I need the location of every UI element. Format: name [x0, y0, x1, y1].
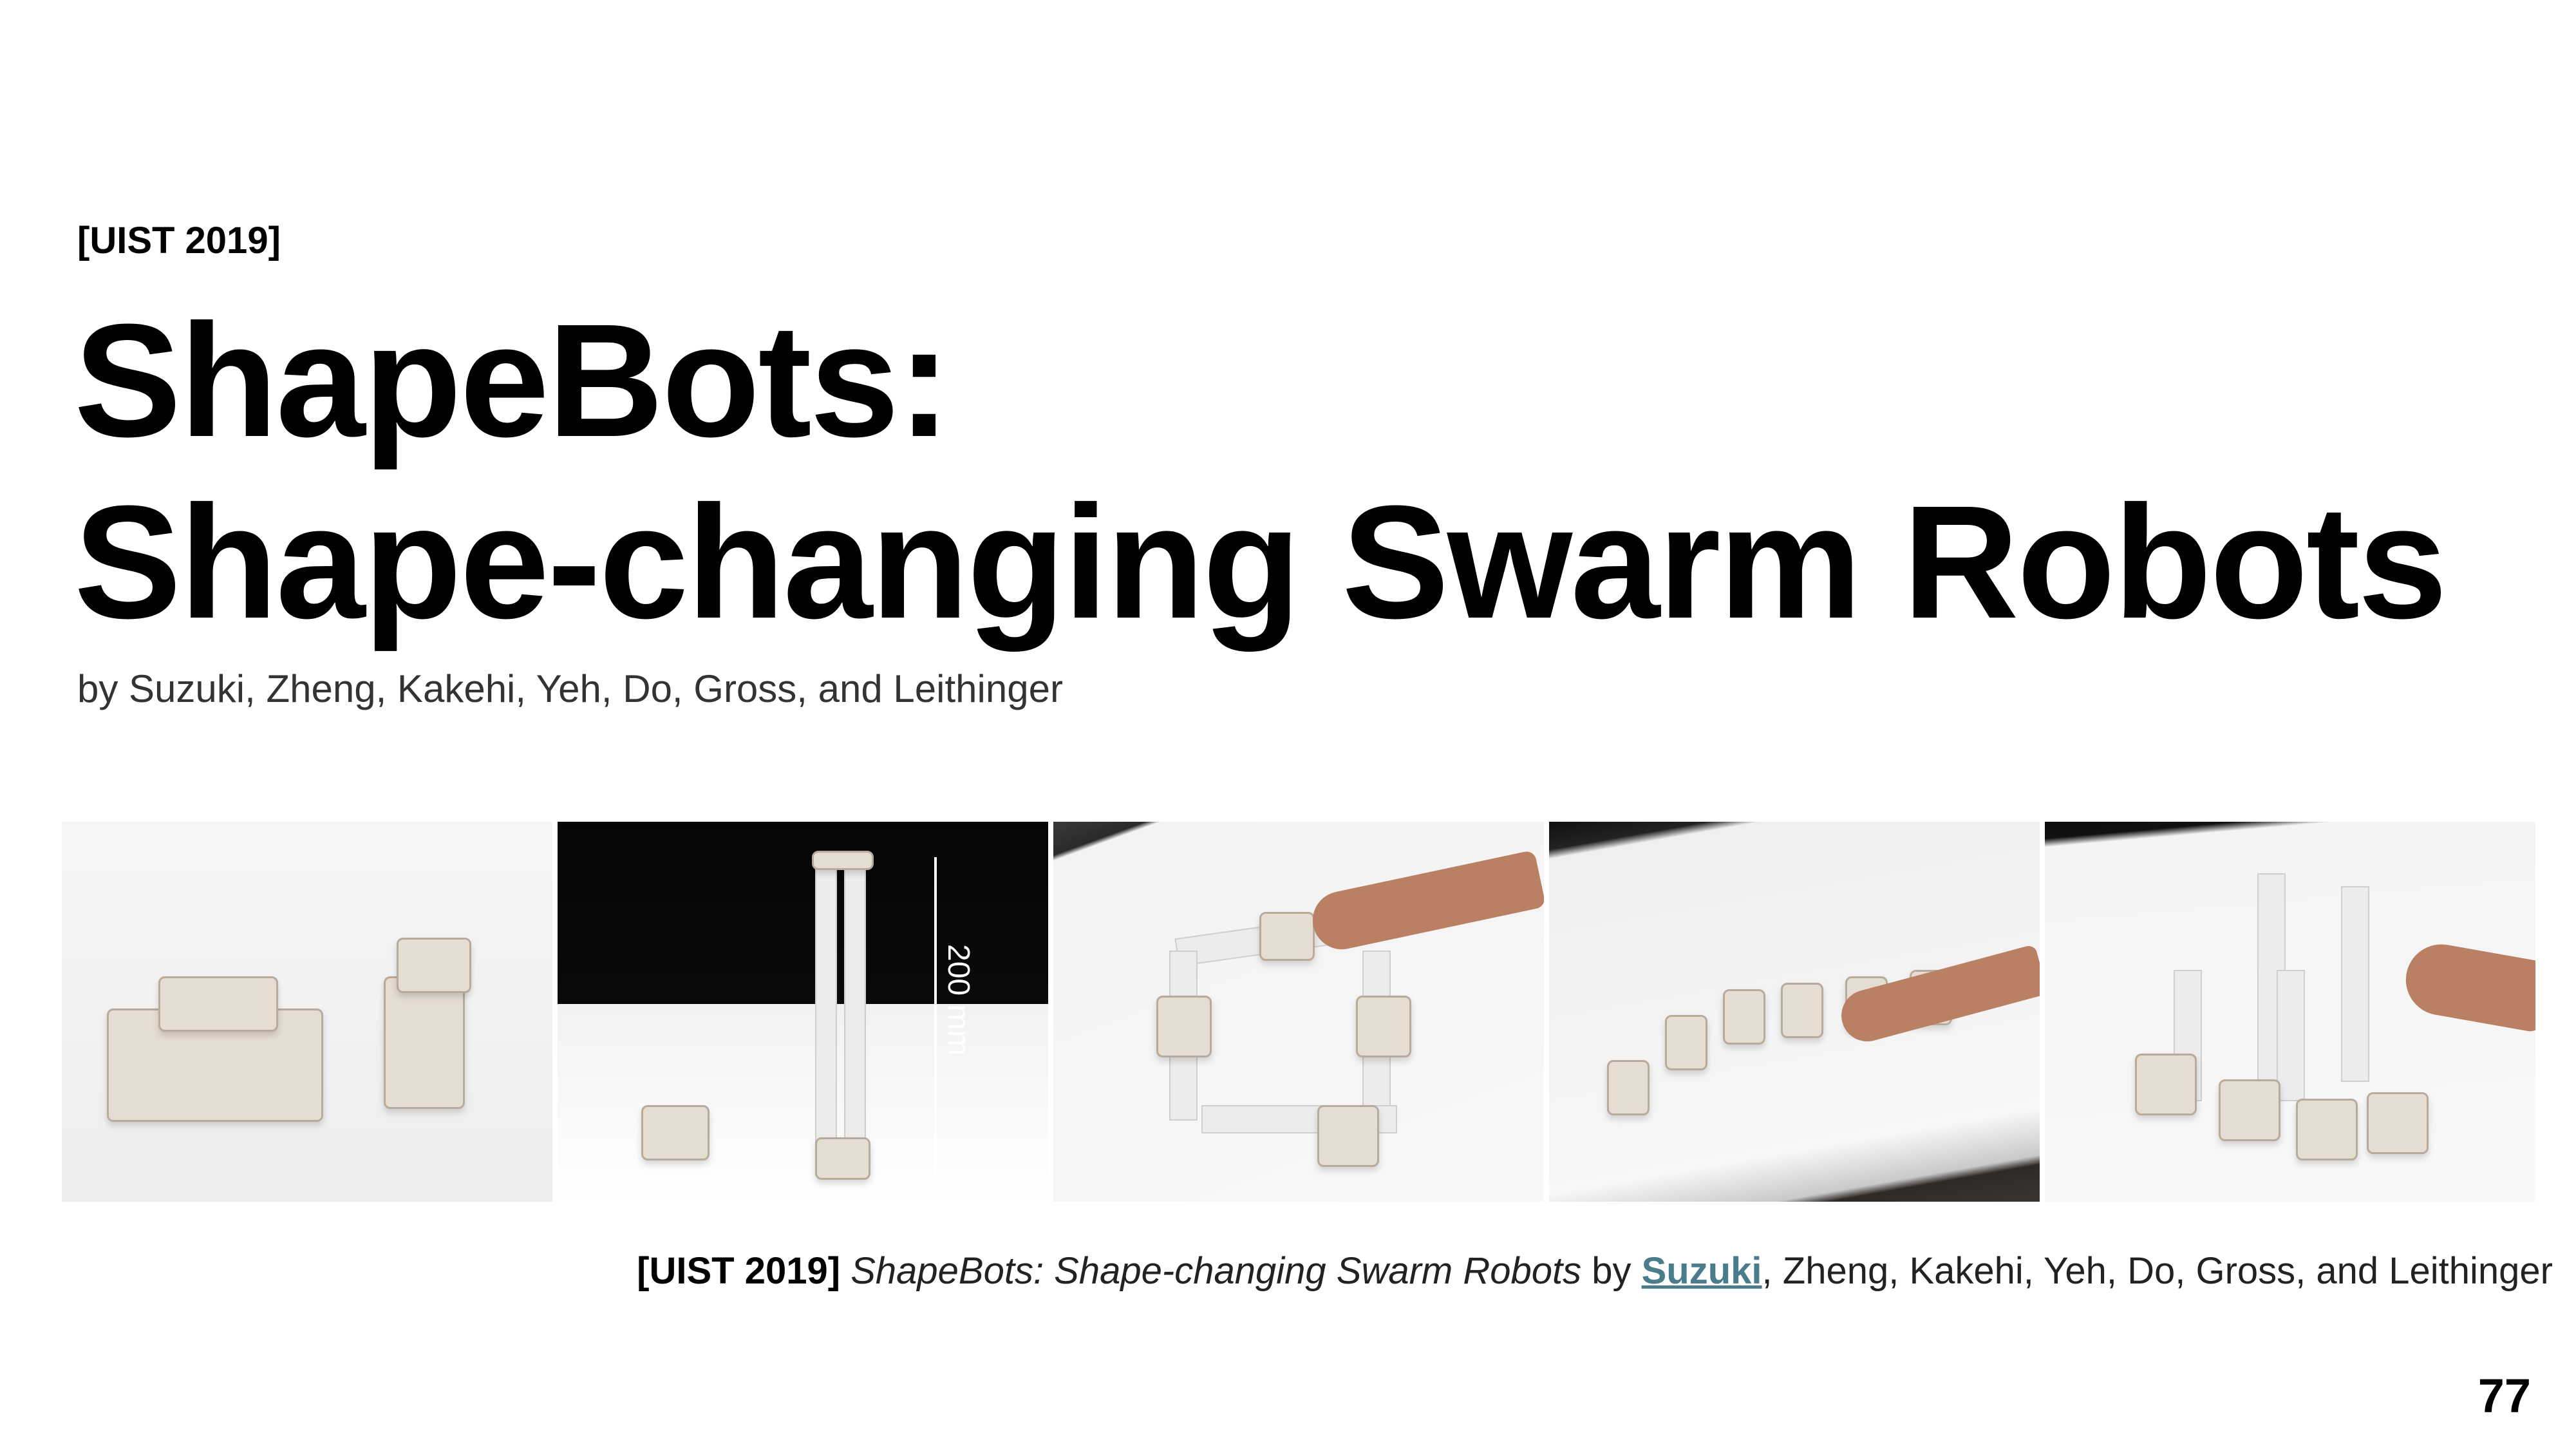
robot-shape — [1723, 989, 1765, 1045]
linear-actuator — [844, 860, 866, 1146]
robot-shape — [1317, 1105, 1379, 1167]
robot-shape — [2219, 1079, 2280, 1141]
photo-square-formation — [1053, 822, 1544, 1202]
scale-bar — [934, 857, 937, 1179]
linear-actuator — [2341, 886, 2369, 1082]
page-number: 77 — [2477, 1369, 2531, 1423]
robot-shape — [1356, 996, 1411, 1057]
robot-shape — [1607, 1060, 1650, 1115]
photo-robots-closeup — [62, 822, 552, 1202]
robot-shape — [1781, 983, 1823, 1038]
title-line-1: ShapeBots: — [74, 290, 951, 470]
scale-label: 200 mm — [941, 944, 975, 1056]
robot-shape — [641, 1105, 710, 1160]
robot-shape — [158, 976, 278, 1032]
robot-shape — [2135, 1054, 2197, 1115]
robot-shape — [2296, 1099, 2358, 1160]
figure-caption: [UIST 2019] ShapeBots: Shape-changing Sw… — [637, 1249, 2553, 1293]
venue-label: [UIST 2019] — [77, 220, 281, 261]
caption-by: by — [1592, 1250, 1631, 1292]
slide-title: ShapeBots: Shape-changing Swarm Robots — [74, 290, 2447, 653]
robot-shape — [1156, 996, 1212, 1057]
robot-shape — [2367, 1092, 2429, 1154]
caption-other-authors: , Zheng, Kakehi, Yeh, Do, Gross, and Lei… — [1762, 1250, 2553, 1292]
robot-shape — [815, 1137, 870, 1180]
author-link-suzuki[interactable]: Suzuki — [1642, 1250, 1762, 1292]
hand — [1836, 943, 2040, 1048]
hand — [2400, 938, 2535, 1034]
title-line-2: Shape-changing Swarm Robots — [74, 472, 2447, 652]
photo-pillar-formation — [2045, 822, 2535, 1202]
robot-shape — [384, 976, 465, 1109]
photo-bar-formation — [1549, 822, 2040, 1202]
linear-actuator — [815, 860, 837, 1146]
hand — [1307, 849, 1544, 955]
photo-robot-extended: 200 mm — [558, 822, 1048, 1202]
authors-line: by Suzuki, Zheng, Kakehi, Yeh, Do, Gross… — [77, 667, 1063, 710]
robot-shape — [812, 851, 874, 870]
caption-title: ShapeBots: Shape-changing Swarm Robots — [851, 1250, 1582, 1292]
photo-strip: 200 mm — [62, 822, 2535, 1202]
robot-shape — [397, 938, 471, 993]
robot-shape — [1665, 1015, 1707, 1070]
linear-actuator — [2277, 970, 2305, 1101]
caption-venue: [UIST 2019] — [637, 1250, 841, 1292]
robot-shape — [1259, 912, 1315, 961]
